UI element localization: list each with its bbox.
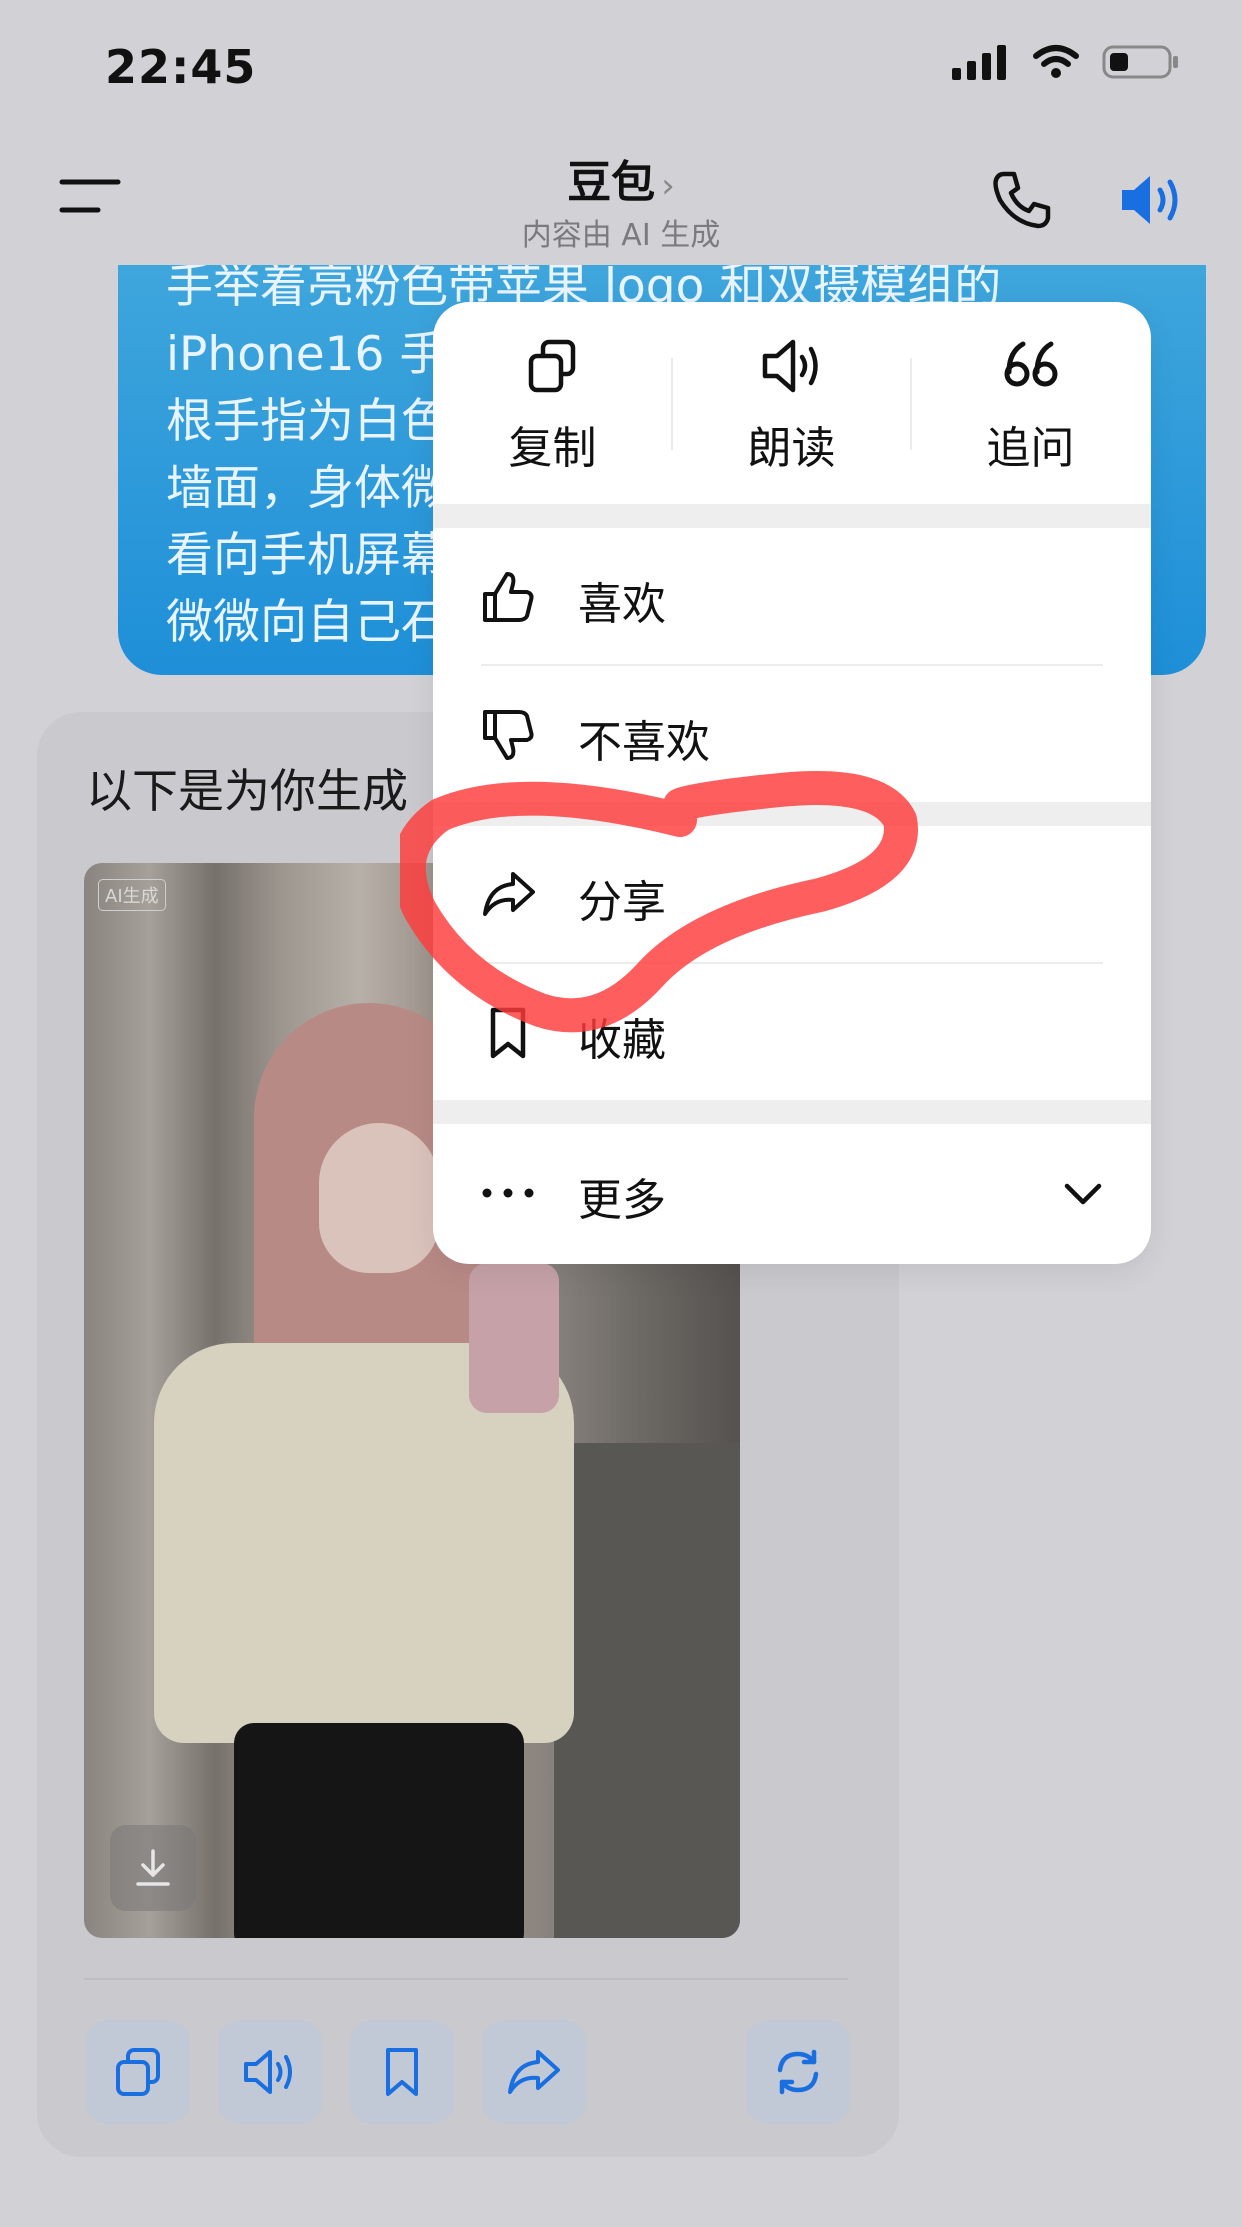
user-message-line: 看向手机屏幕 (166, 528, 448, 583)
share-icon (483, 872, 535, 916)
menu-dislike-item[interactable]: 不喜欢 (433, 666, 1151, 802)
download-button[interactable] (110, 1825, 196, 1911)
thumbs-up-icon (483, 572, 534, 622)
voice-speaker-icon[interactable] (1118, 168, 1190, 232)
speaker-icon (762, 339, 818, 393)
cellular-signal-icon (952, 45, 1006, 80)
image-figure-skirt (234, 1723, 524, 1938)
share-button[interactable] (482, 2020, 586, 2124)
chevron-down-icon (1064, 1183, 1102, 1205)
wifi-icon (1033, 45, 1079, 78)
menu-like-label: 喜欢 (578, 579, 666, 630)
menu-read-aloud-label: 朗读 (747, 423, 836, 474)
quote-icon (1004, 341, 1057, 387)
bookmark-icon (386, 2048, 418, 2096)
phone-call-icon[interactable] (990, 168, 1054, 232)
copy-button[interactable] (86, 2020, 190, 2124)
menu-copy-label: 复制 (508, 423, 597, 474)
menu-more-label: 更多 (578, 1175, 666, 1226)
download-icon (136, 1849, 170, 1886)
conversation-title[interactable]: 豆包 › (0, 146, 1242, 210)
menu-read-aloud-button[interactable]: 朗读 (672, 302, 911, 504)
user-message-line: 根手指为白色 (166, 394, 448, 449)
refresh-icon (777, 2049, 819, 2095)
user-message-line: 微微向自己石 (166, 595, 448, 650)
menu-section-gap (433, 1100, 1151, 1124)
menu-follow-up-button[interactable]: 追问 (911, 302, 1150, 504)
menu-copy-button[interactable]: 复制 (433, 302, 672, 504)
ai-generated-tag: AI生成 (98, 879, 166, 911)
assistant-intro-text: 以下是为你生成 (86, 764, 408, 818)
image-background-sofa (554, 1443, 740, 1938)
menu-like-item[interactable]: 喜欢 (433, 528, 1151, 664)
speaker-icon (244, 2050, 292, 2094)
image-figure-phone (469, 1263, 559, 1413)
menu-dislike-label: 不喜欢 (578, 717, 710, 768)
menu-share-item[interactable]: 分享 (433, 826, 1151, 962)
ai-disclaimer-subtitle: 内容由 AI 生成 (521, 218, 721, 253)
thumbs-down-icon (483, 710, 534, 760)
battery-icon (1102, 45, 1178, 79)
share-icon (508, 2050, 560, 2094)
page-title: 豆包 (567, 157, 656, 208)
bookmark-button[interactable] (350, 2020, 454, 2124)
user-message-line: iPhone16 手 (166, 327, 447, 382)
card-divider (84, 1978, 848, 1980)
menu-more-item[interactable]: 更多 (433, 1124, 1151, 1260)
message-context-menu: 复制 朗读 追问 喜欢 不喜欢 分享 收藏 更多 (433, 302, 1151, 1264)
menu-section-gap (433, 504, 1151, 528)
bookmark-icon (490, 1007, 526, 1059)
user-message-line: 墙面，身体微 (166, 461, 448, 516)
copy-icon (528, 339, 575, 393)
menu-follow-up-label: 追问 (986, 423, 1075, 474)
read-aloud-button[interactable] (218, 2020, 322, 2124)
more-dots-icon (482, 1188, 534, 1198)
menu-quick-actions: 复制 朗读 追问 (433, 302, 1151, 504)
chevron-right-icon: › (661, 166, 675, 206)
menu-bookmark-label: 收藏 (578, 1015, 666, 1066)
menu-bookmark-item[interactable]: 收藏 (433, 964, 1151, 1100)
copy-icon (116, 2048, 160, 2096)
regenerate-button[interactable] (746, 2020, 850, 2124)
menu-share-label: 分享 (578, 877, 666, 928)
status-time: 22:45 (105, 40, 257, 94)
status-icons (952, 44, 1180, 80)
image-figure-face (319, 1123, 439, 1273)
menu-section-gap (433, 802, 1151, 826)
